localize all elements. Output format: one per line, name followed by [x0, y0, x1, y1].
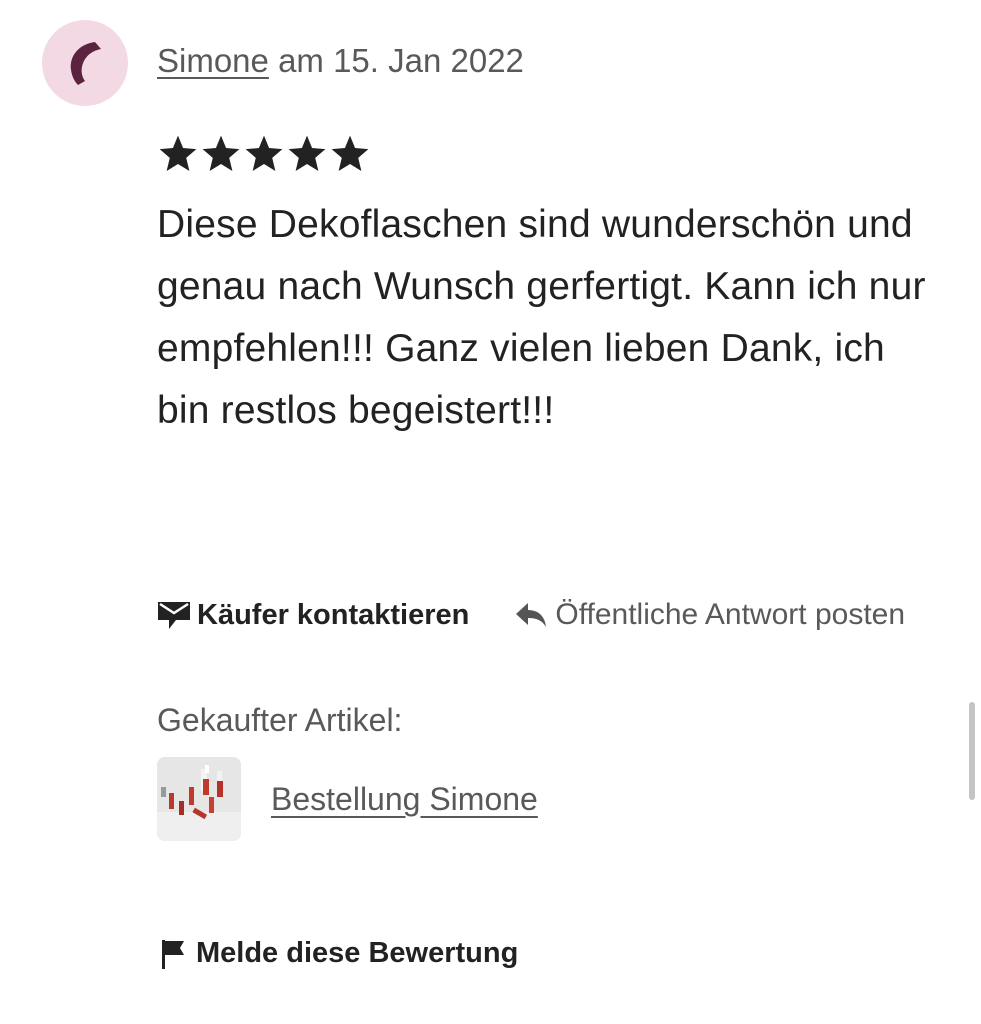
purchased-item: Bestellung Simone — [157, 757, 538, 841]
crescent-avatar-icon — [70, 42, 101, 85]
scrollbar-thumb[interactable] — [969, 702, 975, 800]
public-reply-button[interactable]: Öffentliche Antwort posten — [515, 598, 905, 632]
report-review-button[interactable]: Melde diese Bewertung — [160, 937, 518, 970]
star-icon — [159, 135, 197, 171]
star-icon — [288, 135, 326, 171]
review-date: am 15. Jan 2022 — [278, 42, 524, 79]
star-icon — [202, 135, 240, 171]
avatar[interactable] — [42, 20, 128, 106]
public-reply-label: Öffentliche Antwort posten — [555, 598, 906, 631]
reviewer-name-link[interactable]: Simone — [157, 42, 269, 79]
review-card: Simone am 15. Jan 2022 Diese Dekoflasche… — [0, 0, 981, 1024]
purchased-item-label: Gekaufter Artikel: — [157, 702, 403, 738]
purchased-item-link[interactable]: Bestellung Simone — [271, 781, 538, 818]
review-actions: Käufer kontaktieren Öffentliche Antwort … — [157, 598, 905, 632]
item-thumbnail[interactable] — [157, 757, 241, 841]
star-icon — [331, 135, 369, 171]
contact-buyer-label: Käufer kontaktieren — [197, 598, 470, 631]
reply-arrow-icon — [516, 603, 547, 627]
report-review-label: Melde diese Bewertung — [196, 937, 519, 969]
star-icon — [245, 135, 283, 171]
review-text: Diese Dekoflaschen sind wunderschön und … — [157, 203, 926, 432]
star-rating — [157, 133, 371, 175]
review-header: Simone am 15. Jan 2022 — [157, 42, 524, 80]
envelope-icon — [158, 602, 190, 629]
contact-buyer-button[interactable]: Käufer kontaktieren — [157, 599, 469, 632]
flag-icon — [162, 939, 184, 969]
